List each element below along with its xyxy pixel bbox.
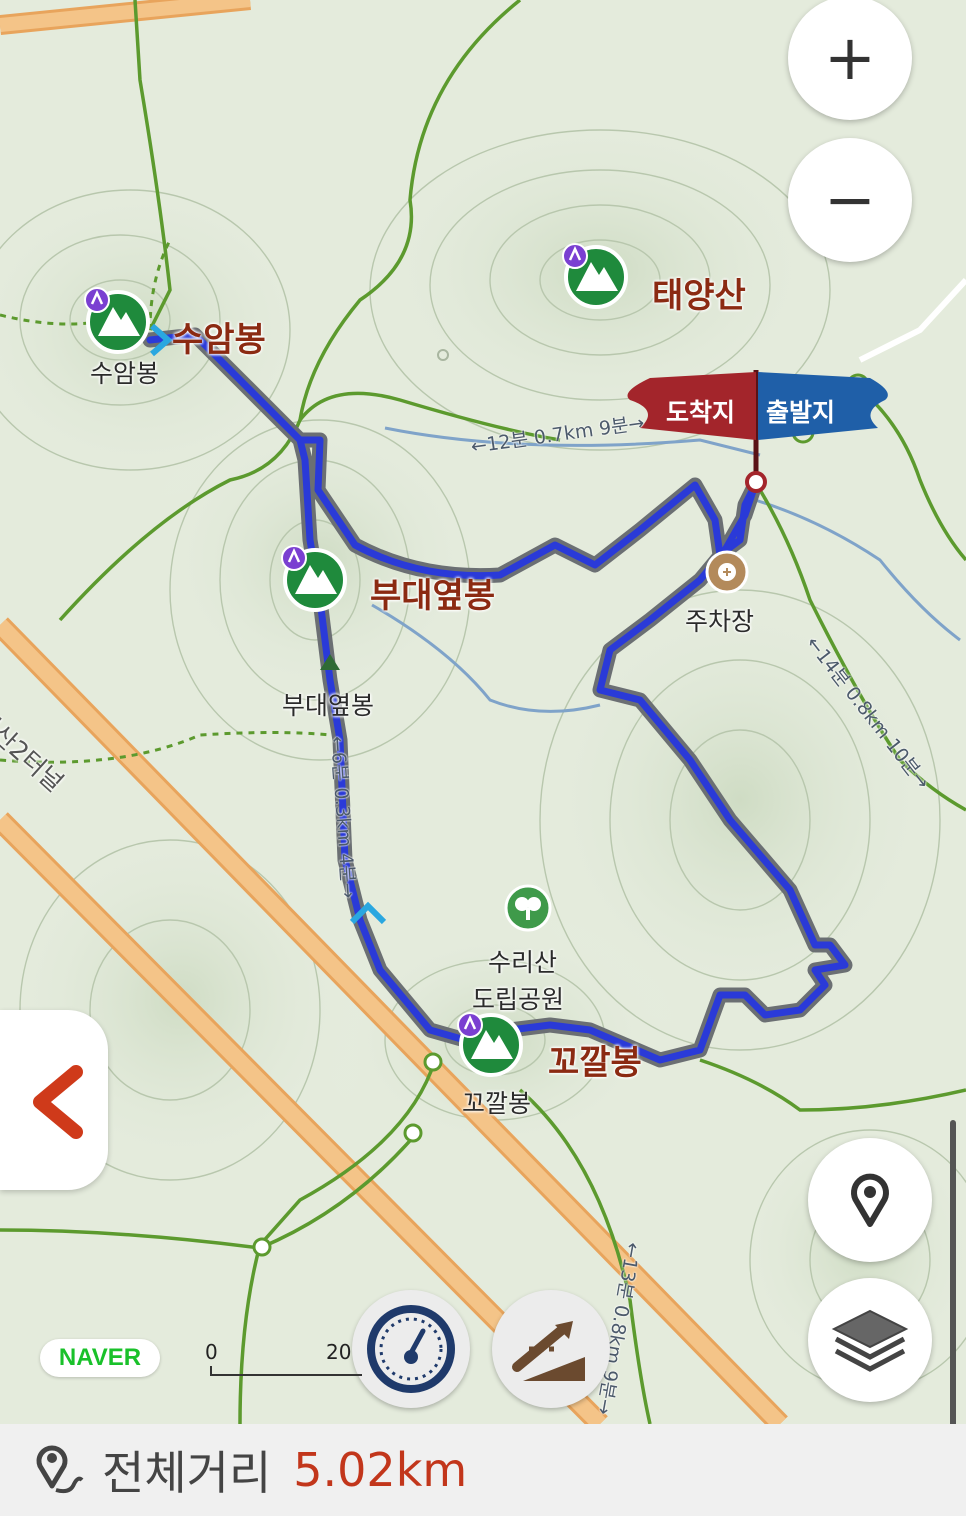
- total-distance-value: 5.02km: [293, 1443, 468, 1497]
- peak-badge-taeyangsan[interactable]: [562, 243, 628, 309]
- zoom-in-button[interactable]: +: [788, 0, 912, 120]
- zoom-out-button[interactable]: −: [788, 138, 912, 262]
- flag-depart-label: 출발지: [766, 398, 836, 427]
- park-label-line1: 수리산: [488, 948, 558, 977]
- layers-button[interactable]: [808, 1278, 932, 1402]
- speed-tool-button[interactable]: [352, 1290, 470, 1408]
- parking-icon[interactable]: [705, 550, 749, 594]
- peak-sublabel-suambong: 수암봉: [90, 359, 160, 388]
- peak-sublabel-kkokkalbong: 꼬깔봉: [462, 1089, 532, 1118]
- peak-badge-budaeyeopbong[interactable]: [281, 545, 347, 612]
- plus-icon: +: [824, 21, 876, 94]
- elevation-icon: [512, 1321, 585, 1381]
- park-label-line2: 도립공원: [472, 985, 565, 1014]
- speedometer-icon: [367, 1305, 455, 1393]
- map-pin-icon: [851, 1173, 889, 1227]
- peak-label-budaeyeopbong: 부대옆봉: [370, 576, 496, 616]
- distance-summary-bar: 전체거리 5.02km: [0, 1424, 966, 1516]
- peak-label-suambong: 수암봉: [172, 320, 266, 360]
- peak-badge-kkokkalbong[interactable]: [457, 1012, 523, 1077]
- flag-arrive-label: 도착지: [666, 398, 736, 427]
- naver-logo: NAVER: [40, 1339, 160, 1377]
- layers-icon: [831, 1309, 909, 1372]
- peak-badge-suambong[interactable]: [84, 287, 150, 354]
- scale-bar: [210, 1366, 362, 1376]
- park-icon[interactable]: [504, 884, 552, 932]
- naver-logo-text: NAVER: [58, 1344, 142, 1371]
- parking-label: 주차장: [685, 607, 755, 636]
- peak-sublabel-budaeyeopbong: 부대옆봉: [282, 691, 375, 720]
- scale-end-label: 20: [326, 1340, 352, 1364]
- chevron-left-icon: [33, 1065, 83, 1139]
- scale-zero-label: 0: [205, 1340, 218, 1364]
- route-pin-icon: [36, 1445, 84, 1494]
- minus-icon: −: [824, 163, 876, 236]
- peak-label-taeyangsan: 태양산: [652, 276, 746, 316]
- total-distance-label: 전체거리: [102, 1446, 272, 1500]
- back-button[interactable]: [0, 1010, 108, 1190]
- my-location-button[interactable]: [808, 1138, 932, 1262]
- elevation-tool-button[interactable]: [492, 1290, 610, 1408]
- peak-label-kkokkalbong: 꼬깔봉: [548, 1043, 642, 1083]
